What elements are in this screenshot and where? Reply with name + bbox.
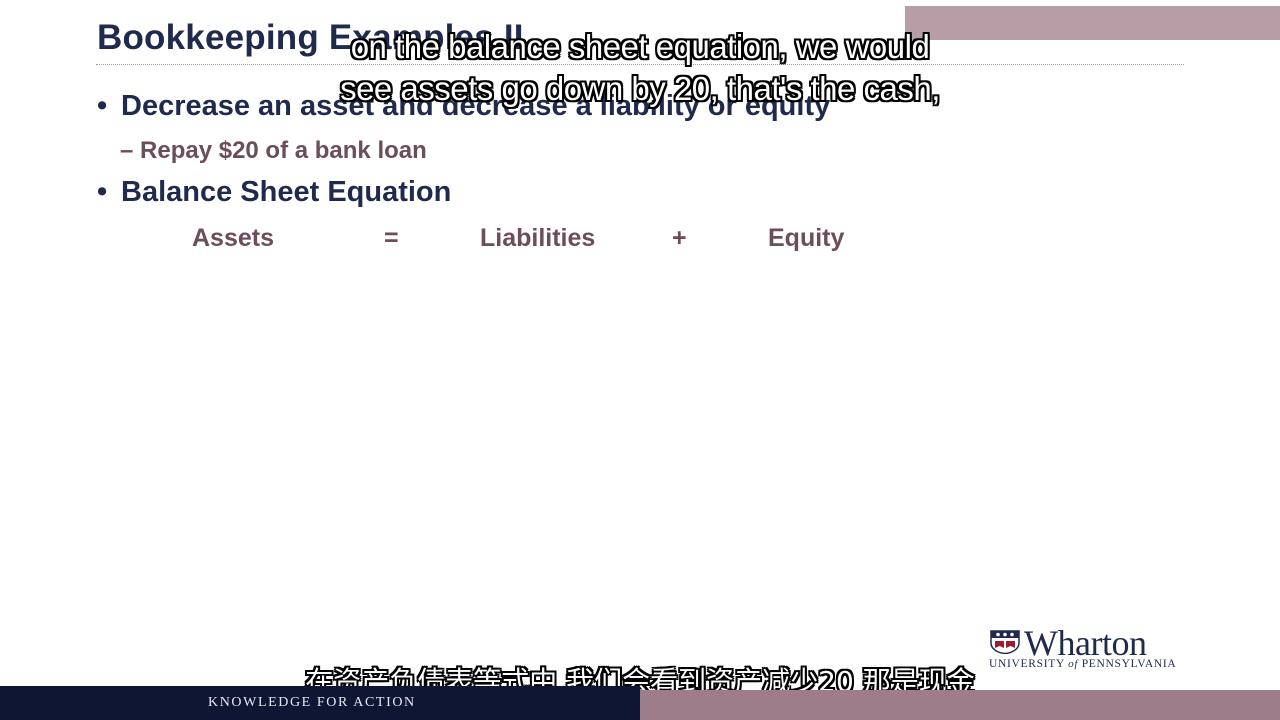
equation-plus: + [672,224,687,252]
sub-bullet-repay-loan: – Repay $20 of a bank loan [120,137,427,164]
equation-equals: = [384,224,399,252]
equation-liabilities: Liabilities [480,224,596,252]
bullet-dot: • [97,176,108,208]
footer-tagline: KNOWLEDGE FOR ACTION [208,695,416,710]
equation-assets: Assets [192,224,274,252]
penn-shield-icon [990,630,1020,654]
subtitle-english-line-1: on the balance sheet equation, we would [350,28,930,65]
bullet-balance-sheet-equation: • Balance Sheet Equation [97,176,451,209]
bullet-text: Balance Sheet Equation [121,176,452,208]
footer-band-mauve [640,690,1280,720]
equation-equity: Equity [768,224,845,252]
subtitle-english-line-2: see assets go down by 20, that's the cas… [340,70,940,107]
